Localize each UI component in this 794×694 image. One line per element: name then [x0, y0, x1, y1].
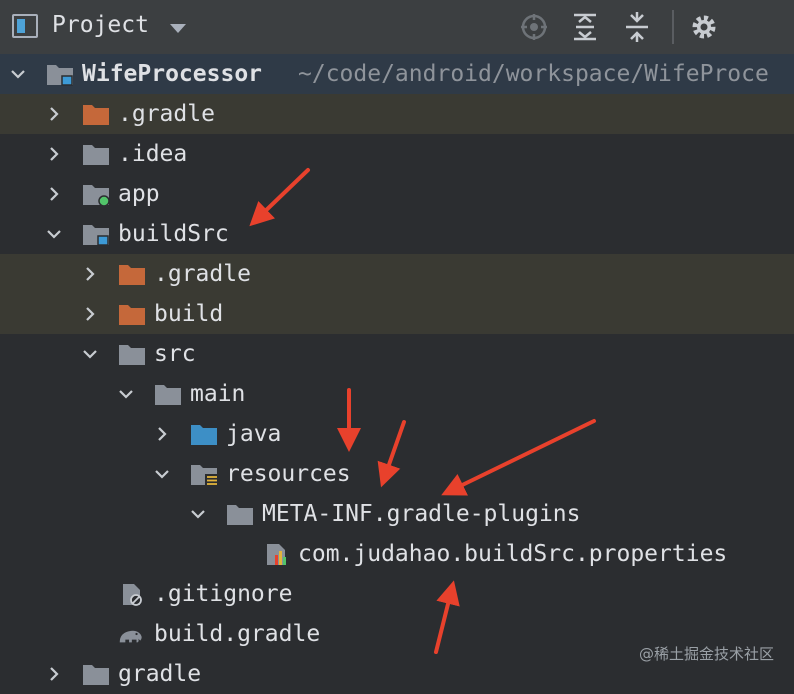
excluded-folder-icon — [119, 265, 145, 285]
tree-row-gradle[interactable]: .gradle — [0, 94, 794, 134]
android-module-icon — [83, 185, 110, 206]
folder-label: java — [226, 421, 282, 447]
tree-row-properties[interactable]: com.judahao.buildSrc.properties — [0, 534, 794, 574]
folder-icon — [119, 345, 145, 365]
tree-row-root[interactable]: WifeProcessor ~/code/android/workspace/W… — [0, 54, 794, 94]
chevron-down-icon[interactable] — [10, 66, 26, 82]
chevron-right-icon[interactable] — [46, 106, 62, 122]
file-label: com.judahao.buildSrc.properties — [298, 541, 728, 567]
folder-label: main — [190, 381, 246, 407]
properties-file-icon — [267, 544, 286, 565]
root-module-path: ~/code/android/workspace/WifeProce — [298, 61, 769, 87]
tree-row-meta-inf[interactable]: META-INF.gradle-plugins — [0, 494, 794, 534]
tree-row-java[interactable]: java — [0, 414, 794, 454]
folder-label: build — [154, 301, 224, 327]
chevron-down-icon[interactable] — [190, 506, 206, 522]
module-folder-icon — [47, 65, 73, 86]
source-folder-icon — [191, 425, 217, 445]
folder-label: buildSrc — [118, 221, 229, 247]
module-folder-icon — [83, 225, 109, 246]
chevron-down-icon[interactable] — [82, 346, 98, 362]
excluded-folder-icon — [83, 105, 109, 125]
tree-row-idea[interactable]: .idea — [0, 134, 794, 174]
folder-label: gradle — [118, 661, 202, 687]
folder-label: META-INF.gradle-plugins — [262, 501, 581, 527]
folder-icon — [227, 505, 253, 525]
folder-icon — [155, 385, 181, 405]
chevron-right-icon[interactable] — [82, 266, 98, 282]
chevron-down-icon[interactable] — [154, 466, 170, 482]
chevron-down-icon[interactable] — [118, 386, 134, 402]
project-toolbar: Project — [0, 0, 794, 55]
resources-folder-icon — [191, 465, 217, 486]
locate-icon[interactable] — [519, 12, 549, 42]
tree-row-app[interactable]: app — [0, 174, 794, 214]
chevron-right-icon[interactable] — [46, 186, 62, 202]
folder-label: .gradle — [118, 101, 215, 127]
excluded-folder-icon — [119, 305, 145, 325]
chevron-down-icon[interactable] — [46, 226, 62, 242]
dropdown-icon[interactable] — [170, 24, 186, 33]
watermark: @稀土掘金技术社区 — [638, 645, 774, 663]
folder-label: .gradle — [154, 261, 251, 287]
tree-row-buildsrc-gradle[interactable]: .gradle — [0, 254, 794, 294]
folder-label: app — [118, 181, 160, 207]
chevron-right-icon[interactable] — [154, 426, 170, 442]
toolbar-separator — [672, 10, 674, 44]
chevron-right-icon[interactable] — [46, 146, 62, 162]
root-module-name: WifeProcessor — [82, 61, 263, 87]
tree-row-buildsrc[interactable]: buildSrc — [0, 214, 794, 254]
tree-row-build[interactable]: build — [0, 294, 794, 334]
file-label: .gitignore — [154, 581, 293, 607]
tree-row-src[interactable]: src — [0, 334, 794, 374]
folder-icon — [83, 665, 109, 685]
panel-title[interactable]: Project — [52, 12, 149, 38]
file-label: build.gradle — [154, 621, 321, 647]
folder-label: resources — [226, 461, 351, 487]
folder-icon — [83, 145, 109, 165]
folder-label: .idea — [118, 141, 188, 167]
tree-row-gitignore[interactable]: .gitignore — [0, 574, 794, 614]
gear-icon[interactable] — [689, 12, 719, 42]
tree-row-main[interactable]: main — [0, 374, 794, 414]
folder-label: src — [154, 341, 196, 367]
chevron-right-icon[interactable] — [46, 666, 62, 682]
project-icon — [12, 14, 38, 38]
tree-row-resources[interactable]: resources — [0, 454, 794, 494]
gradle-elephant-icon — [119, 630, 142, 643]
gitignore-file-icon — [123, 584, 142, 606]
chevron-right-icon[interactable] — [82, 306, 98, 322]
expand-all-icon[interactable] — [570, 12, 600, 42]
collapse-all-icon[interactable] — [622, 12, 652, 42]
